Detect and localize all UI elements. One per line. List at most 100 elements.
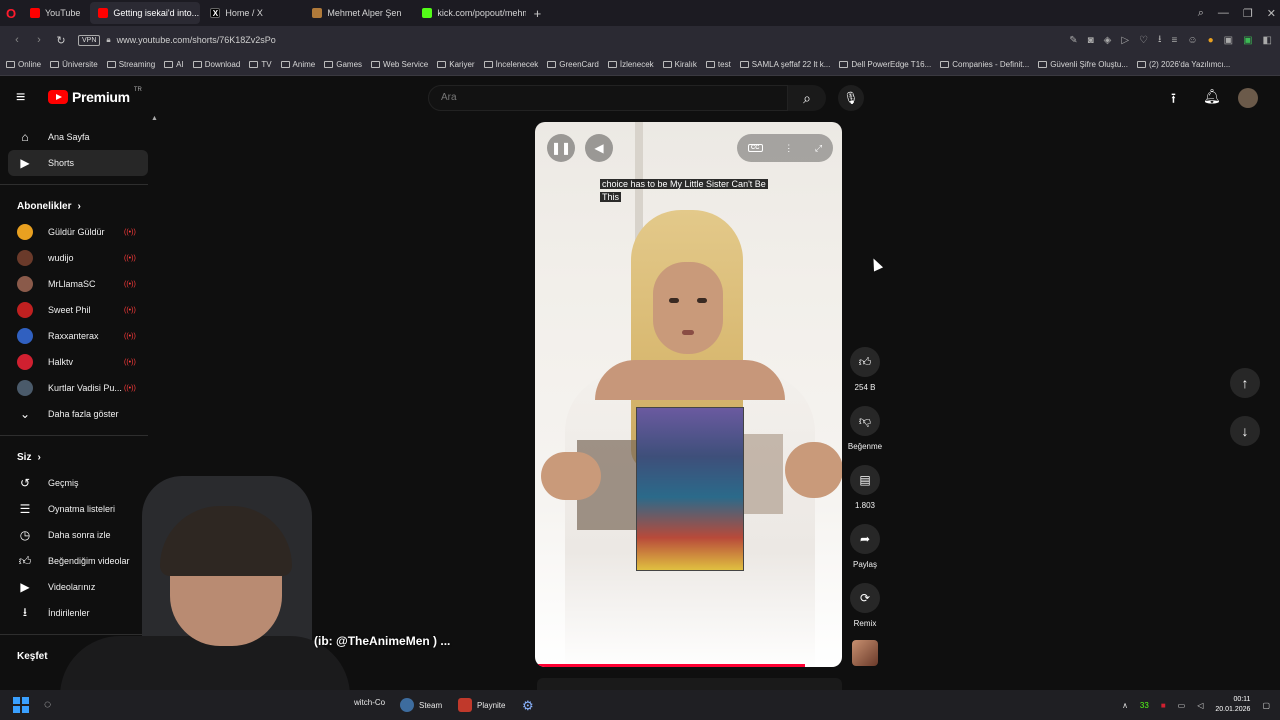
bookmark-item[interactable]: Streaming bbox=[106, 60, 155, 69]
clock[interactable]: 00:11 20.01.2026 bbox=[1215, 695, 1250, 715]
notifications-bell-icon[interactable]: 🔔︎ bbox=[1203, 88, 1221, 105]
comments-button[interactable]: ▤ 1.803 bbox=[845, 465, 885, 510]
forward-icon[interactable]: › bbox=[28, 34, 50, 46]
you-header[interactable]: Siz › bbox=[0, 444, 156, 470]
shield-icon[interactable]: ◈ bbox=[1104, 35, 1112, 46]
speaker-icon[interactable]: ◁ bbox=[1197, 701, 1203, 710]
bookmark-item[interactable]: TV bbox=[249, 60, 272, 69]
search-input[interactable]: Ara bbox=[428, 85, 788, 111]
new-tab-button[interactable]: + bbox=[528, 4, 546, 22]
hamburger-menu-icon[interactable]: ≡ bbox=[16, 90, 34, 106]
opera-menu-icon[interactable]: O bbox=[0, 0, 22, 26]
sidebar-item-home[interactable]: ⌂ Ana Sayfa bbox=[0, 124, 148, 150]
network-icon[interactable]: ▭ bbox=[1178, 701, 1186, 710]
menu-icon[interactable]: ≡ bbox=[1172, 35, 1178, 46]
bookmark-item[interactable]: Üniversite bbox=[50, 60, 98, 69]
extension-icon[interactable]: ◧ bbox=[1263, 35, 1272, 46]
sidebar-item-subscription[interactable]: MrLlamaSC ((•)) bbox=[0, 271, 148, 297]
vpn-badge[interactable]: VPN bbox=[78, 34, 101, 46]
edit-icon[interactable]: ✎ bbox=[1069, 35, 1077, 46]
progress-bar[interactable] bbox=[535, 664, 842, 667]
minimize-icon[interactable]: — bbox=[1218, 7, 1229, 19]
bookmark-item[interactable]: Web Service bbox=[371, 60, 428, 69]
tray-chevron-icon[interactable]: ∧ bbox=[1122, 701, 1128, 710]
show-more-button[interactable]: ⌄ Daha fazla göster bbox=[0, 401, 148, 427]
search-button[interactable]: ⌕ bbox=[788, 85, 826, 111]
back-icon[interactable]: ‹ bbox=[6, 34, 28, 46]
taskbar-app[interactable]: witch-Co bbox=[354, 698, 385, 707]
bookmark-item[interactable]: AI bbox=[164, 60, 184, 69]
dislike-button[interactable]: 👎︎ Beğenme bbox=[845, 406, 885, 451]
avatar[interactable] bbox=[1238, 88, 1258, 108]
sidebar-item-shorts[interactable]: ▶ Shorts bbox=[8, 150, 148, 176]
steam-icon bbox=[400, 698, 414, 712]
bookmark-item[interactable]: test bbox=[705, 60, 731, 69]
extension-icon[interactable]: ▣ bbox=[1243, 35, 1252, 46]
system-tray: ∧ 33 ■ ▭ ◁ 00:11 20.01.2026 ▢ bbox=[1122, 690, 1270, 720]
bookmark-item[interactable]: Online bbox=[6, 60, 41, 69]
shorts-player[interactable]: choice has to be My Little Sister Can't … bbox=[535, 122, 842, 667]
taskbar-app-settings[interactable]: ⚙ bbox=[522, 698, 534, 714]
bookmark-label: Companies - Definit... bbox=[952, 60, 1030, 69]
sidebar-item-subscription[interactable]: Sweet Phil ((•)) bbox=[0, 297, 148, 323]
url-field[interactable]: www.youtube.com/shorts/76K18Zv2sPo bbox=[117, 35, 276, 45]
camera-icon[interactable]: ◙ bbox=[1088, 35, 1094, 46]
downloads-icon[interactable]: ⭳ bbox=[1158, 32, 1162, 49]
bookmark-item[interactable]: Anime bbox=[280, 60, 315, 69]
maximize-icon[interactable]: ❐ bbox=[1243, 7, 1253, 20]
bookmark-item[interactable]: İzlenecek bbox=[607, 60, 654, 69]
tab-x-home[interactable]: X Home / X bbox=[202, 2, 302, 24]
like-button[interactable]: 👍︎ 254 B bbox=[845, 347, 885, 392]
sidebar-item-subscription[interactable]: Kurtlar Vadisi Pu... ((•)) bbox=[0, 375, 148, 401]
search-tabs-icon[interactable]: ⌕ bbox=[1198, 7, 1204, 20]
bookmark-item[interactable]: (2) 2026'da Yazılımcı... bbox=[1137, 60, 1230, 69]
tab-youtube[interactable]: YouTube bbox=[22, 2, 88, 24]
bookmark-item[interactable]: Dell PowerEdge T16... bbox=[839, 60, 931, 69]
captions-icon[interactable]: CC bbox=[747, 144, 763, 152]
account-icon[interactable]: ☺ bbox=[1187, 35, 1197, 46]
upload-icon[interactable]: ⭱ bbox=[1171, 88, 1176, 112]
heart-icon[interactable]: ♡ bbox=[1139, 35, 1148, 46]
bookmark-item[interactable]: İncelenecek bbox=[483, 60, 538, 69]
taskbar-app-steam[interactable]: Steam bbox=[400, 698, 442, 712]
taskbar-app-playnite[interactable]: Playnite bbox=[458, 698, 505, 712]
bookmark-item[interactable]: Güvenli Şifre Oluştu... bbox=[1038, 60, 1128, 69]
bookmark-item[interactable]: Companies - Definit... bbox=[940, 60, 1029, 69]
windows-start-icon[interactable] bbox=[13, 697, 29, 713]
bookmark-item[interactable]: GreenCard bbox=[547, 60, 599, 69]
bookmark-item[interactable]: Games bbox=[324, 60, 362, 69]
youtube-premium-logo[interactable]: Premium TR bbox=[48, 87, 142, 105]
next-short-button[interactable]: ↓ bbox=[1230, 416, 1260, 446]
tab-kick[interactable]: kick.com/popout/mehme bbox=[414, 2, 526, 24]
remix-button[interactable]: ⟳ Remix bbox=[845, 583, 885, 628]
bookmark-item[interactable]: SAMLA şeffaf 22 lt k... bbox=[739, 60, 830, 69]
taskbar-search-icon[interactable]: ◌ bbox=[44, 697, 51, 711]
extension-icon[interactable]: ▣ bbox=[1224, 35, 1233, 46]
share-button[interactable]: ➦ Paylaş bbox=[845, 524, 885, 569]
close-icon[interactable]: ✕ bbox=[1267, 7, 1276, 20]
tab-current-short[interactable]: Getting isekai'd into... bbox=[90, 2, 201, 24]
fullscreen-icon[interactable]: ⤢ bbox=[815, 143, 822, 154]
reload-icon[interactable]: ↻ bbox=[50, 34, 72, 47]
bookmark-item[interactable]: Kiralık bbox=[662, 60, 697, 69]
tab-profile[interactable]: Mehmet Alper Şen bbox=[304, 2, 412, 24]
lock-icon[interactable]: 🔒︎ bbox=[106, 35, 110, 45]
volume-button[interactable]: ◀ bbox=[585, 134, 613, 162]
subscriptions-header[interactable]: Abonelikler › bbox=[0, 193, 156, 219]
sidebar-item-subscription[interactable]: Güldür Güldür ((•)) bbox=[0, 219, 148, 245]
more-options-icon[interactable]: ⋮ bbox=[784, 143, 793, 154]
tray-app-icon[interactable]: ■ bbox=[1161, 701, 1166, 710]
sidebar-item-subscription[interactable]: wudijo ((•)) bbox=[0, 245, 148, 271]
previous-short-button[interactable]: ↑ bbox=[1230, 368, 1260, 398]
notification-icon[interactable]: ▢ bbox=[1262, 701, 1270, 710]
tray-count[interactable]: 33 bbox=[1140, 701, 1149, 710]
bookmark-item[interactable]: Kariyer bbox=[437, 60, 475, 69]
bookmark-item[interactable]: Download bbox=[192, 60, 240, 69]
sidebar-item-subscription[interactable]: Raxxanterax ((•)) bbox=[0, 323, 148, 349]
sidebar-item-subscription[interactable]: Halktv ((•)) bbox=[0, 349, 148, 375]
extension-icon[interactable]: ● bbox=[1208, 35, 1214, 46]
voice-search-button[interactable]: 🎙︎ bbox=[838, 85, 864, 111]
send-icon[interactable]: ▷ bbox=[1121, 35, 1129, 46]
channel-avatar[interactable] bbox=[852, 640, 878, 666]
pause-button[interactable]: ❚❚ bbox=[547, 134, 575, 162]
